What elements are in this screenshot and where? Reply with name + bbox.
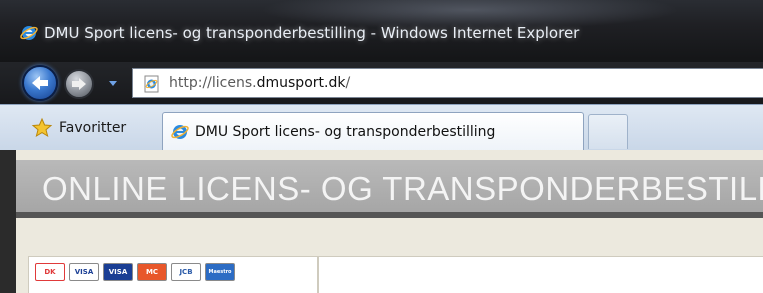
site-banner: ONLINE LICENS- OG TRANSPONDERBESTILLING bbox=[16, 160, 763, 218]
window-title: DMU Sport licens- og transponderbestilli… bbox=[44, 24, 580, 42]
visa-electron-card-logo: VISA bbox=[103, 263, 133, 281]
card-label: VISA bbox=[74, 268, 94, 276]
card-label: MC bbox=[145, 268, 159, 276]
tab-dmu-sport[interactable]: DMU Sport licens- og transponderbestilli… bbox=[162, 112, 584, 151]
main-content-panel bbox=[318, 256, 763, 293]
page-icon bbox=[144, 75, 159, 93]
favorites-button[interactable]: Favoritter bbox=[22, 113, 160, 143]
tab-label: DMU Sport licens- og transponderbestilli… bbox=[195, 124, 496, 140]
banner-title: ONLINE LICENS- OG TRANSPONDERBESTILLING bbox=[42, 170, 763, 207]
url-prefix: http://licens. bbox=[169, 75, 257, 91]
back-arrow-icon bbox=[32, 76, 48, 90]
url-suffix: / bbox=[345, 75, 351, 91]
back-button[interactable] bbox=[22, 65, 58, 101]
address-url: http://licens.dmusport.dk/ bbox=[169, 75, 350, 91]
card-label: DK bbox=[44, 268, 56, 276]
window-title-bar[interactable]: DMU Sport licens- og transponderbestilli… bbox=[0, 0, 763, 62]
dankort-card-logo: DK bbox=[35, 263, 65, 281]
history-dropdown-icon[interactable] bbox=[106, 76, 120, 90]
navigation-bar: http://licens.dmusport.dk/ bbox=[0, 62, 763, 104]
card-label: Maestro bbox=[208, 269, 232, 275]
address-bar[interactable]: http://licens.dmusport.dk/ bbox=[132, 68, 763, 98]
maestro-card-logo: Maestro bbox=[205, 263, 235, 281]
web-page: ONLINE LICENS- OG TRANSPONDERBESTILLING … bbox=[16, 150, 763, 293]
page-viewport: ONLINE LICENS- OG TRANSPONDERBESTILLING … bbox=[0, 150, 763, 293]
forward-arrow-icon bbox=[72, 78, 86, 90]
internet-explorer-icon bbox=[20, 26, 38, 40]
new-tab-button[interactable] bbox=[588, 114, 628, 149]
payment-card-logos: DK VISA VISA MC JCB Maestro bbox=[35, 263, 235, 281]
visa-card-logo: VISA bbox=[69, 263, 99, 281]
payment-panel: DK VISA VISA MC JCB Maestro bbox=[28, 256, 318, 293]
favorites-label: Favoritter bbox=[59, 120, 127, 136]
internet-explorer-tab-icon bbox=[171, 125, 189, 139]
url-domain: dmusport.dk bbox=[256, 75, 346, 91]
forward-button[interactable] bbox=[64, 69, 94, 99]
tab-row: Favoritter DMU Sport licens- og transpon… bbox=[0, 104, 763, 151]
card-label: JCB bbox=[179, 268, 193, 276]
card-label: VISA bbox=[108, 268, 128, 276]
favorites-star-icon bbox=[31, 117, 53, 138]
mastercard-logo: MC bbox=[137, 263, 167, 281]
jcb-card-logo: JCB bbox=[171, 263, 201, 281]
